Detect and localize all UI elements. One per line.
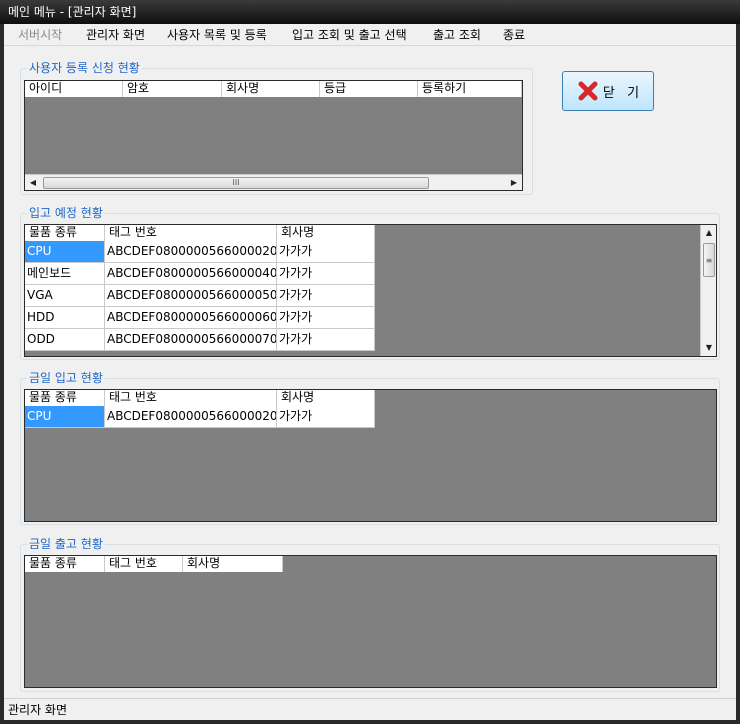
menu-user-list[interactable]: 사용자 목록 및 등록 (167, 24, 267, 46)
scroll-thumb[interactable]: ≡ (703, 243, 715, 277)
today-in-group: 금일 입고 현황 물품 종류 태그 번호 회사명 CPU ABCDEF08000… (20, 371, 720, 525)
table-row[interactable]: VGA ABCDEF08000005660000500001 가가가 (25, 285, 375, 307)
menu-exit[interactable]: 종료 (503, 24, 525, 46)
table-cell[interactable]: ABCDEF08000005660000700001 (105, 329, 277, 351)
column-header[interactable]: 태그 번호 (105, 556, 183, 572)
column-header[interactable]: 물품 종류 (25, 390, 105, 406)
table-row[interactable]: ODD ABCDEF08000005660000700001 가가가 (25, 329, 375, 351)
table-row[interactable]: HDD ABCDEF08000005660000600001 가가가 (25, 307, 375, 329)
table-cell[interactable]: 가가가 (277, 263, 375, 285)
table-cell[interactable]: ABCDEF08000005660000500001 (105, 285, 277, 307)
table-cell[interactable]: 가가가 (277, 241, 375, 263)
incoming-title: 입고 예정 현황 (27, 206, 105, 220)
window-title: 메인 메뉴 - [관리자 화면] (0, 0, 740, 24)
registration-header: 아이디 암호 회사명 등급 등록하기 (25, 81, 522, 97)
scroll-down-icon[interactable]: ▼ (701, 340, 716, 356)
column-header[interactable]: 태그 번호 (105, 390, 277, 406)
registration-title: 사용자 등록 신청 현황 (27, 61, 142, 75)
table-cell[interactable]: 가가가 (277, 285, 375, 307)
column-header[interactable]: 등급 (320, 81, 418, 97)
table-cell[interactable]: VGA (25, 285, 105, 307)
table-cell[interactable]: ABCDEF08000005660000600001 (105, 307, 277, 329)
column-header[interactable]: 암호 (123, 81, 222, 97)
column-header[interactable]: 태그 번호 (105, 225, 277, 241)
incoming-group: 입고 예정 현황 물품 종류 태그 번호 회사명 CPU ABCDEF08000… (20, 206, 720, 360)
menu-outgoing-query[interactable]: 출고 조회 (433, 24, 481, 46)
table-cell[interactable]: HDD (25, 307, 105, 329)
client-area: 서버시작 관리자 화면 사용자 목록 및 등록 입고 조회 및 출고 선택 출고… (4, 24, 736, 720)
main-window: 메인 메뉴 - [관리자 화면] 서버시작 관리자 화면 사용자 목록 및 등록… (0, 0, 740, 724)
column-header[interactable]: 물품 종류 (25, 225, 105, 241)
scroll-left-icon[interactable]: ◀ (25, 175, 41, 190)
table-cell[interactable]: CPU (25, 241, 105, 263)
scroll-thumb[interactable]: III (43, 177, 429, 189)
today-in-title: 금일 입고 현황 (27, 371, 105, 385)
incoming-table: 물품 종류 태그 번호 회사명 CPU ABCDEF08000005660000… (25, 225, 375, 351)
column-header[interactable]: 아이디 (25, 81, 123, 97)
today-in-header: 물품 종류 태그 번호 회사명 (25, 390, 375, 406)
horizontal-scrollbar[interactable]: ◀ III ▶ (25, 174, 522, 190)
scroll-up-icon[interactable]: ▲ (701, 225, 716, 241)
table-cell[interactable]: 메인보드 (25, 263, 105, 285)
table-cell[interactable]: ABCDEF08000005660000400002 (105, 263, 277, 285)
column-header[interactable]: 회사명 (183, 556, 283, 572)
table-cell[interactable]: 가가가 (277, 329, 375, 351)
table-cell[interactable]: ABCDEF08000005660000200001 (105, 406, 277, 428)
menu-server-start[interactable]: 서버시작 (18, 24, 62, 46)
today-in-grid[interactable]: 물품 종류 태그 번호 회사명 CPU ABCDEF08000005660000… (24, 389, 717, 522)
table-cell[interactable]: ABCDEF08000005660000200002 (105, 241, 277, 263)
column-header[interactable]: 물품 종류 (25, 556, 105, 572)
registration-group: 사용자 등록 신청 현황 아이디 암호 회사명 등급 등록하기 ◀ III ▶ (20, 61, 533, 195)
registration-grid[interactable]: 아이디 암호 회사명 등급 등록하기 ◀ III ▶ (24, 80, 523, 191)
menu-admin-screen[interactable]: 관리자 화면 (86, 24, 145, 46)
table-cell[interactable]: CPU (25, 406, 105, 428)
menu-incoming-query[interactable]: 입고 조회 및 출고 선택 (292, 24, 407, 46)
column-header[interactable]: 회사명 (277, 390, 375, 406)
today-out-header: 물품 종류 태그 번호 회사명 (25, 556, 283, 572)
today-out-grid[interactable]: 물품 종류 태그 번호 회사명 (24, 555, 717, 688)
scroll-right-icon[interactable]: ▶ (506, 175, 522, 190)
today-out-title: 금일 출고 현황 (27, 537, 105, 551)
vertical-scrollbar[interactable]: ▲ ≡ ▼ (700, 225, 716, 356)
status-bar: 관리자 화면 (4, 698, 736, 720)
column-header[interactable]: 회사명 (277, 225, 375, 241)
red-x-icon (578, 81, 598, 101)
table-row[interactable]: 메인보드 ABCDEF08000005660000400002 가가가 (25, 263, 375, 285)
incoming-header: 물품 종류 태그 번호 회사명 (25, 225, 375, 241)
table-cell[interactable]: 가가가 (277, 406, 375, 428)
table-row[interactable]: CPU ABCDEF08000005660000200002 가가가 (25, 241, 375, 263)
column-header[interactable]: 회사명 (222, 81, 320, 97)
close-button-label: 닫 기 (602, 85, 640, 101)
table-cell[interactable]: 가가가 (277, 307, 375, 329)
menu-bar: 서버시작 관리자 화면 사용자 목록 및 등록 입고 조회 및 출고 선택 출고… (4, 24, 736, 46)
close-button[interactable]: 닫 기 (562, 71, 654, 111)
column-header[interactable]: 등록하기 (418, 81, 522, 97)
incoming-grid[interactable]: 물품 종류 태그 번호 회사명 CPU ABCDEF08000005660000… (24, 224, 717, 357)
today-out-group: 금일 출고 현황 물품 종류 태그 번호 회사명 (20, 537, 720, 692)
table-cell[interactable]: ODD (25, 329, 105, 351)
table-row[interactable]: CPU ABCDEF08000005660000200001 가가가 (25, 406, 375, 428)
